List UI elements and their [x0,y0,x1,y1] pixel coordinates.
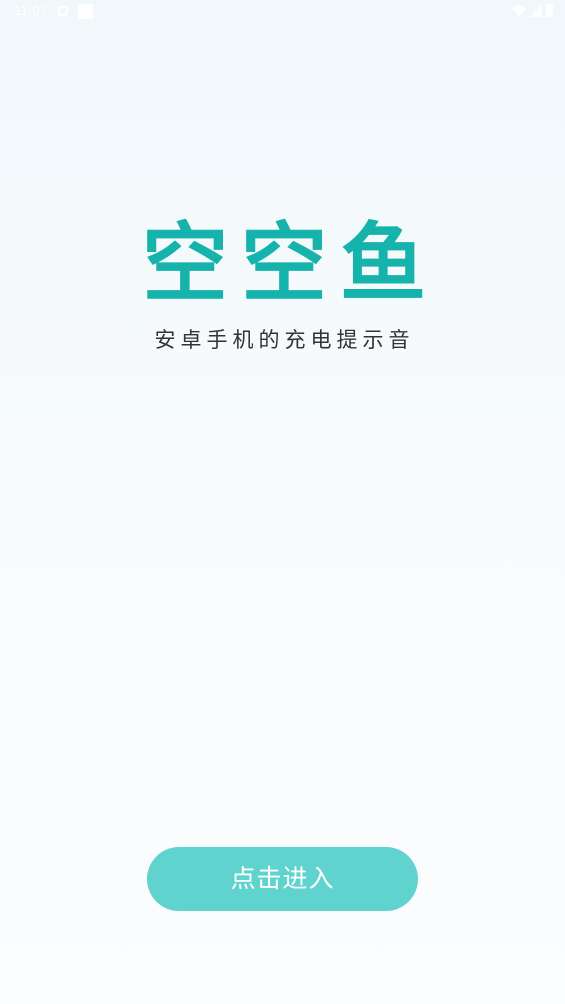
app-tagline: 安卓手机的充电提示音 [154,328,415,352]
status-icons [512,4,553,17]
wifi-icon [512,5,526,17]
app-notification-icon [78,4,93,19]
logo-char: 空 [142,214,228,314]
status-bar: 11:07 [0,0,565,24]
signal-icon [530,4,542,17]
enter-button[interactable]: 点击进入 [147,847,418,911]
logo-char: 空 [241,214,327,314]
battery-icon [546,4,553,17]
logo-char: 鱼 [340,214,426,314]
app-logo: 空 空 鱼 [139,214,429,314]
notification-icon [58,6,68,16]
status-time: 11:07 [14,3,49,18]
